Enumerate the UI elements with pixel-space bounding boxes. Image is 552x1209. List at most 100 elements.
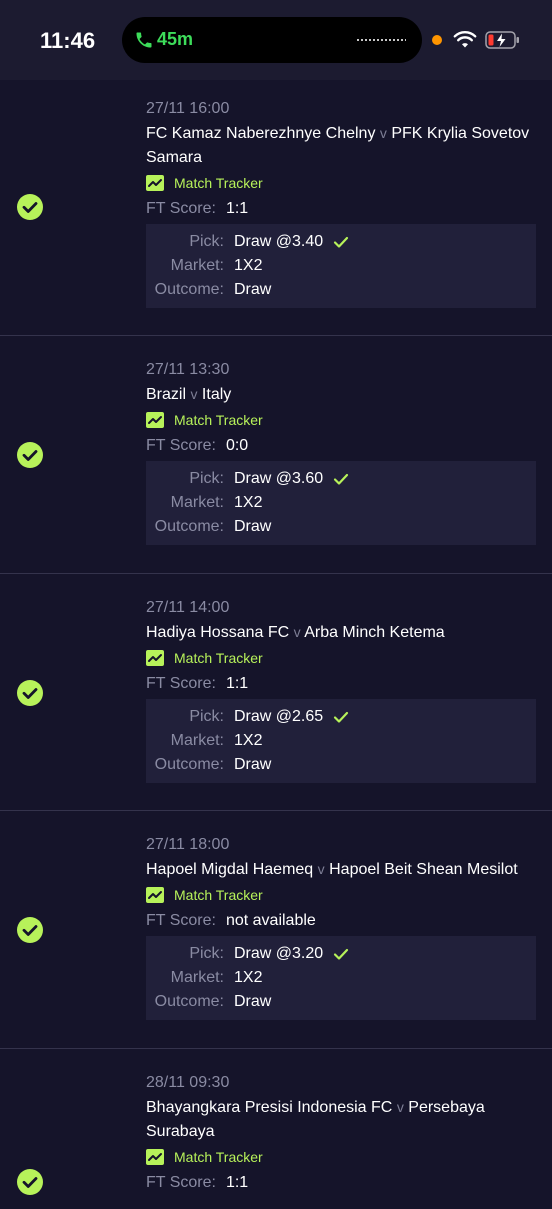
pick-won-check-icon <box>334 711 349 723</box>
match-tracker-label: Match Tracker <box>174 1149 263 1165</box>
outcome-label: Outcome: <box>154 518 224 535</box>
match-date: 27/11 18:00 <box>146 836 230 853</box>
pick-won-check-icon <box>334 948 349 960</box>
outcome-row: Outcome: Draw <box>146 515 536 539</box>
wifi-icon <box>453 30 477 48</box>
outcome-value: Draw <box>234 756 272 773</box>
ft-score-value: 1:1 <box>225 675 249 692</box>
bet-details: 28/11 09:30 Bhayangkara Presisi Indonesi… <box>146 1071 536 1196</box>
match-teams: FC Kamaz Naberezhnye Chelny v PFK Krylia… <box>146 121 536 170</box>
match-tracker-link[interactable]: Match Tracker <box>146 882 536 908</box>
match-tracker-label: Match Tracker <box>174 887 263 903</box>
trend-chart-icon <box>146 175 164 191</box>
match-date: 27/11 13:30 <box>146 361 230 378</box>
match-tracker-link[interactable]: Match Tracker <box>146 645 536 671</box>
status-bar: 11:46 45m <box>0 0 552 80</box>
pick-label: Pick: <box>189 708 224 725</box>
market-row: Market: 1X2 <box>146 254 536 278</box>
bet-details: 27/11 13:30 Brazil v Italy Match Tracker… <box>146 358 536 545</box>
pick-won-check-icon <box>334 473 349 485</box>
home-team: Brazil <box>146 386 187 403</box>
match-date: 28/11 09:30 <box>146 1074 230 1091</box>
ft-score-row: FT Score: 1:1 <box>146 196 536 222</box>
active-call-pill[interactable]: 45m <box>122 17 422 63</box>
away-team: Italy <box>201 386 232 403</box>
pick-value: Draw @3.60 <box>234 470 324 487</box>
audio-waveform-icon <box>356 38 406 42</box>
match-tracker-label: Match Tracker <box>174 650 263 666</box>
ft-score-label: FT Score: <box>146 1174 216 1191</box>
versus-label: v <box>317 861 325 877</box>
match-tracker-label: Match Tracker <box>174 175 263 191</box>
outcome-row: Outcome: Draw <box>146 990 536 1014</box>
outcome-row: Outcome: Draw <box>146 753 536 777</box>
won-check-icon <box>17 194 43 220</box>
outcome-label: Outcome: <box>154 993 224 1010</box>
pick-details-box: Pick: Draw @2.65 Market: 1X2 Outcome: Dr… <box>146 699 536 783</box>
away-team: Arba Minch Ketema <box>304 624 445 641</box>
pick-row: Pick: Draw @3.60 <box>146 467 536 491</box>
pick-row: Pick: Draw @3.40 <box>146 230 536 254</box>
home-team: FC Kamaz Naberezhnye Chelny <box>146 125 376 142</box>
ft-score-value: 1:1 <box>225 1174 249 1191</box>
pick-details-box: Pick: Draw @3.60 Market: 1X2 Outcome: Dr… <box>146 461 536 545</box>
privacy-indicator-icon <box>432 35 442 45</box>
pick-won-check-icon <box>334 236 349 248</box>
market-label: Market: <box>170 257 224 274</box>
ft-score-label: FT Score: <box>146 437 216 454</box>
pick-label: Pick: <box>189 945 224 962</box>
bet-details: 27/11 14:00 Hadiya Hossana FC v Arba Min… <box>146 596 536 783</box>
match-date: 27/11 16:00 <box>146 100 230 117</box>
pick-label: Pick: <box>189 470 224 487</box>
match-teams: Brazil v Italy <box>146 382 536 407</box>
market-row: Market: 1X2 <box>146 966 536 990</box>
ft-score-value: 0:0 <box>225 437 249 454</box>
bet-card[interactable]: 27/11 16:00 FC Kamaz Naberezhnye Chelny … <box>0 80 552 336</box>
market-value: 1X2 <box>234 494 263 511</box>
pick-details-box: Pick: Draw @3.40 Market: 1X2 Outcome: Dr… <box>146 224 536 308</box>
market-value: 1X2 <box>234 969 263 986</box>
trend-chart-icon <box>146 650 164 666</box>
away-team: Hapoel Beit Shean Mesilot <box>329 861 518 878</box>
won-check-icon <box>17 442 43 468</box>
won-check-icon <box>17 1169 43 1195</box>
match-tracker-label: Match Tracker <box>174 412 263 428</box>
bet-card[interactable]: 28/11 09:30 Bhayangkara Presisi Indonesi… <box>0 1049 552 1209</box>
versus-label: v <box>190 386 198 402</box>
pick-row: Pick: Draw @3.20 <box>146 942 536 966</box>
bet-history-list: 27/11 16:00 FC Kamaz Naberezhnye Chelny … <box>0 80 552 1209</box>
match-teams: Bhayangkara Presisi Indonesia FC v Perse… <box>146 1095 536 1144</box>
ft-score-value: 1:1 <box>225 200 249 217</box>
call-duration: 45m <box>157 29 194 49</box>
ft-score-row: FT Score: 0:0 <box>146 433 536 459</box>
outcome-label: Outcome: <box>154 281 224 298</box>
status-time: 11:46 <box>40 28 96 53</box>
bet-details: 27/11 16:00 FC Kamaz Naberezhnye Chelny … <box>146 97 536 308</box>
ft-score-value: not available <box>225 912 316 929</box>
ft-score-label: FT Score: <box>146 200 216 217</box>
bet-card[interactable]: 27/11 14:00 Hadiya Hossana FC v Arba Min… <box>0 574 552 811</box>
match-tracker-link[interactable]: Match Tracker <box>146 170 536 196</box>
market-row: Market: 1X2 <box>146 491 536 515</box>
match-tracker-link[interactable]: Match Tracker <box>146 1144 536 1170</box>
outcome-value: Draw <box>234 518 272 535</box>
bet-details: 27/11 18:00 Hapoel Migdal Haemeq v Hapoe… <box>146 833 536 1020</box>
match-tracker-link[interactable]: Match Tracker <box>146 407 536 433</box>
outcome-value: Draw <box>234 993 272 1010</box>
home-team: Bhayangkara Presisi Indonesia FC <box>146 1099 393 1116</box>
pick-row: Pick: Draw @2.65 <box>146 705 536 729</box>
battery-charging-icon <box>485 31 519 49</box>
bet-card[interactable]: 27/11 18:00 Hapoel Migdal Haemeq v Hapoe… <box>0 811 552 1049</box>
market-value: 1X2 <box>234 732 263 749</box>
trend-chart-icon <box>146 1149 164 1165</box>
outcome-label: Outcome: <box>154 756 224 773</box>
ft-score-label: FT Score: <box>146 912 216 929</box>
ft-score-row: FT Score: not available <box>146 908 536 934</box>
market-label: Market: <box>170 494 224 511</box>
market-label: Market: <box>170 732 224 749</box>
versus-label: v <box>396 1099 404 1115</box>
trend-chart-icon <box>146 887 164 903</box>
ft-score-row: FT Score: 1:1 <box>146 1170 536 1196</box>
versus-label: v <box>293 624 301 640</box>
bet-card[interactable]: 27/11 13:30 Brazil v Italy Match Tracker… <box>0 336 552 574</box>
